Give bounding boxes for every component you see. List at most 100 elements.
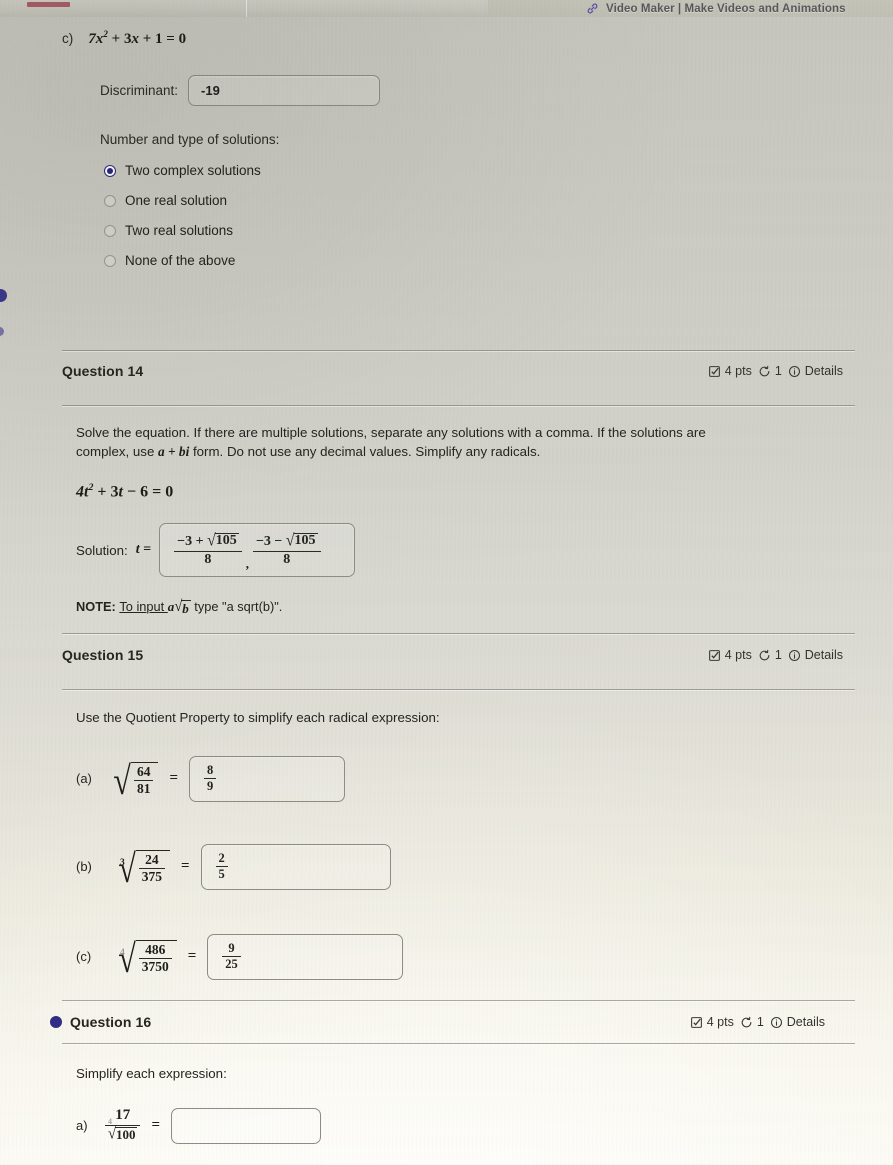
checkbox-icon [708,365,721,378]
fraction-numerator: 2 [218,851,225,866]
browser-topbar: Video Maker | Make Videos and Animations [0,0,893,17]
question-14-header: Question 14 4 pts 1 Details [62,363,855,379]
attempts-group: 1 [758,648,782,662]
circular-arrow-icon [740,1016,753,1029]
question-15-prompt: Use the Quotient Property to simplify ea… [76,710,440,725]
discriminant-row: Discriminant: -19 [100,75,853,106]
question-15-header: Question 15 4 pts 1 Details [62,647,855,663]
prompt-line-1: Solve the equation. If there are multipl… [76,425,706,440]
fraction-denominator: 9 [207,779,214,794]
checkbox-icon [690,1016,703,1029]
radicand-fraction: 24 375 [138,852,165,885]
radio-button-icon[interactable] [104,164,116,177]
fraction-denominator: 81 [136,780,151,796]
answer-fraction: 2 5 [215,851,228,882]
radio-option-two-complex[interactable]: Two complex solutions [104,163,853,178]
radical-expression: 3 √ 24 375 [111,849,170,889]
part-label: (a) [76,771,92,787]
question-16-meta: 4 pts 1 Details [690,1015,855,1029]
question-14-title: Question 14 [62,363,144,379]
question-14-equation: 4t2 + 3t − 6 = 0 [76,481,174,501]
question-15-meta: 4 pts 1 Details [708,648,855,662]
section-divider [62,405,855,406]
question13-part-c: c) 7x2 + 3x + 1 = 0 Discriminant: -19 Nu… [62,30,853,268]
points-group: 4 pts [708,648,752,662]
details-group[interactable]: Details [788,648,843,662]
question-status-dot [50,1016,62,1028]
fraction-denominator: 8 [283,551,291,567]
answer-input-16a[interactable] [171,1107,322,1144]
question-15-title-wrap: Question 15 [62,647,143,663]
details-link[interactable]: Details [805,648,843,662]
sqrt-icon: √ b [174,598,191,617]
answer-input-c[interactable]: 9 25 [207,933,404,980]
topbar-promo[interactable]: Video Maker | Make Videos and Animations [488,0,893,17]
info-circle-icon [788,649,801,662]
details-group[interactable]: Details [770,1015,825,1029]
sqrt-icon: √ 105 [207,531,239,550]
solution-input[interactable]: −3 + √ 105 8 , −3 − √ 105 8 [159,523,356,578]
fraction-denominator: 25 [225,957,238,972]
radicand: 486 3750 [135,939,177,975]
question-16-part-a: a) 17 4 √ 100 = [76,1108,853,1144]
radio-option-none-above[interactable]: None of the above [104,253,853,268]
topbar-title: Video Maker | Make Videos and Animations [606,2,846,15]
radio-option-two-real[interactable]: Two real solutions [104,223,853,238]
circular-arrow-icon [758,649,771,662]
part-c-label: c) [62,31,74,46]
section-divider [62,689,855,690]
screenshot-page: Video Maker | Make Videos and Animations… [0,0,893,1165]
fraction-denominator: 5 [218,867,225,882]
equals-sign: = [169,770,179,787]
radical-index: 3 [120,858,125,869]
solution-variable: t = [135,542,152,558]
solution-label: Solution: [76,542,128,558]
part-c-equation: 7x2 + 3x + 1 = 0 [88,30,187,47]
answer-input-b[interactable]: 2 5 [200,843,391,890]
radical-glyph: √ [113,758,131,804]
fraction-denominator: 8 [204,551,212,567]
section-divider [62,350,855,351]
part-label: (c) [76,949,92,965]
radio-button-icon[interactable] [104,254,116,267]
details-group[interactable]: Details [788,364,843,378]
circular-arrow-icon [758,365,771,378]
question-bullet-clipped-2 [0,327,4,336]
question-14-prompt: Solve the equation. If there are multipl… [76,424,836,462]
fraction-denominator: 3750 [141,958,169,974]
question-14-body: Solve the equation. If there are multipl… [76,424,853,617]
radio-option-label: Two real solutions [125,223,234,238]
answer-input-a[interactable]: 8 9 [189,755,346,802]
attempts-count: 1 [774,364,782,378]
radical-index: 4 [120,948,125,959]
attempts-group: 1 [740,1015,764,1029]
equals-sign: = [180,858,190,875]
question-15-part-b: (b) 3 √ 24 375 = 2 5 [76,843,853,890]
details-link[interactable]: Details [787,1015,825,1029]
radio-button-icon[interactable] [104,194,116,207]
points-group: 4 pts [690,1015,734,1029]
radicand: 24 375 [135,849,170,885]
attempts-count: 1 [756,1015,764,1029]
fraction-numerator: 64 [136,763,151,779]
question-16-title: Question 16 [70,1014,152,1030]
note-prefix: NOTE: [76,599,120,615]
question-16-body: Simplify each expression: a) 17 4 √100 [76,1065,853,1144]
discriminant-label: Discriminant: [100,83,179,98]
question-16-prompt: Simplify each expression: [76,1066,227,1081]
details-link[interactable]: Details [805,364,843,378]
discriminant-input[interactable]: -19 [188,75,381,106]
expression-fraction: 17 4 √ 100 [105,1108,141,1143]
prompt-math-abi: a + bi [158,443,190,459]
radicand-fraction: 486 3750 [138,941,172,975]
equals-sign: = [151,1117,161,1134]
radio-option-one-real[interactable]: One real solution [104,193,853,208]
question-bullet-clipped [0,289,7,302]
radical-expression: 4 √ 486 3750 [111,939,177,979]
fraction-denominator: 375 [141,868,162,884]
fraction-numerator: 486 [145,941,166,957]
question-14-solution-row: Solution: t = −3 + √ 105 8 , −3 − √ 105 … [76,523,853,578]
solution-comma: , [245,556,249,572]
radio-button-icon[interactable] [104,224,116,237]
link-icon [586,2,599,15]
